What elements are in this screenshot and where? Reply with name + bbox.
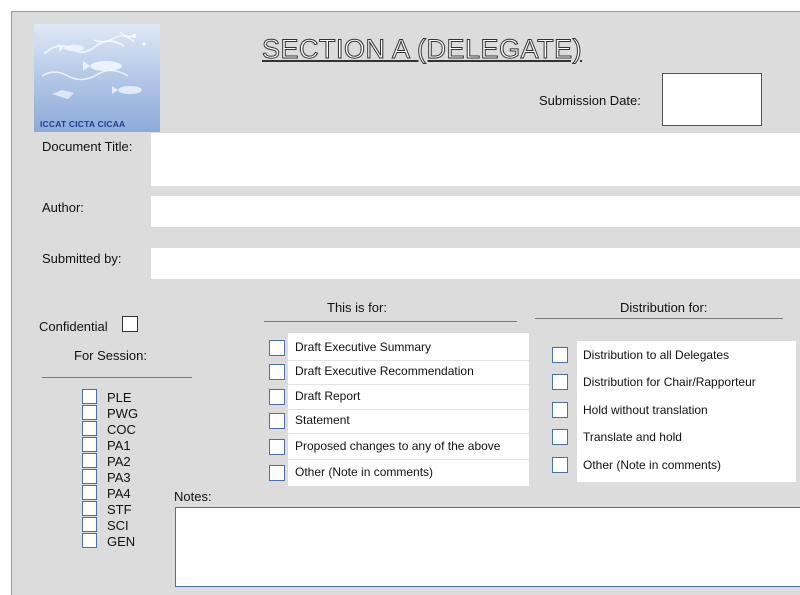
submitted-by-label: Submitted by: bbox=[42, 251, 122, 266]
this-is-for-option-label: Other (Note in comments) bbox=[295, 465, 434, 479]
delegate-form: ICCAT CICTA CICAA SECTION A (DELEGATE) S… bbox=[11, 11, 800, 595]
author-label: Author: bbox=[42, 200, 84, 215]
distribution-option-label: Hold without translation bbox=[583, 403, 708, 417]
session-checkbox[interactable] bbox=[82, 453, 97, 468]
session-checkbox[interactable] bbox=[82, 533, 97, 548]
this-is-for-header: This is for: bbox=[327, 300, 387, 315]
session-checkbox[interactable] bbox=[82, 501, 97, 516]
this-is-for-option-label: Draft Report bbox=[295, 389, 361, 403]
session-checkbox[interactable] bbox=[82, 469, 97, 484]
distribution-checkbox[interactable] bbox=[552, 457, 568, 473]
distribution-option-label: Distribution for Chair/Rapporteur bbox=[583, 375, 756, 389]
distribution-checkbox[interactable] bbox=[552, 374, 568, 390]
row-divider bbox=[288, 360, 529, 361]
document-title-field[interactable] bbox=[151, 133, 800, 186]
this-is-for-checkbox[interactable] bbox=[269, 439, 285, 455]
session-divider bbox=[42, 377, 192, 378]
for-session-label: For Session: bbox=[74, 348, 147, 363]
distribution-checkbox[interactable] bbox=[552, 347, 568, 363]
session-checkbox[interactable] bbox=[82, 389, 97, 404]
distribution-option-label: Translate and hold bbox=[583, 430, 682, 444]
session-option-label: SCI bbox=[107, 518, 129, 533]
distribution-option-label: Other (Note in comments) bbox=[583, 458, 722, 472]
distribution-divider bbox=[535, 318, 783, 319]
distribution-checkbox[interactable] bbox=[552, 402, 568, 418]
this-is-for-checkbox[interactable] bbox=[269, 340, 285, 356]
submitted-by-field[interactable] bbox=[151, 248, 800, 279]
this-is-for-checkbox[interactable] bbox=[269, 364, 285, 380]
this-is-for-option-label: Proposed changes to any of the above bbox=[295, 439, 501, 453]
session-option-label: COC bbox=[107, 422, 136, 437]
confidential-checkbox[interactable] bbox=[122, 316, 138, 332]
page-title: SECTION A (DELEGATE) bbox=[261, 34, 583, 65]
distribution-option-label: Distribution to all Delegates bbox=[583, 348, 730, 362]
session-checkbox[interactable] bbox=[82, 421, 97, 436]
session-checkbox[interactable] bbox=[82, 517, 97, 532]
session-checkbox[interactable] bbox=[82, 485, 97, 500]
session-checkbox[interactable] bbox=[82, 405, 97, 420]
submission-date-field[interactable] bbox=[662, 73, 762, 126]
this-is-for-option-label: Draft Executive Recommendation bbox=[295, 364, 474, 378]
session-option-label: PA1 bbox=[107, 438, 131, 453]
this-is-for-checkbox[interactable] bbox=[269, 389, 285, 405]
iccat-logo: ICCAT CICTA CICAA bbox=[34, 24, 160, 132]
session-option-label: PLE bbox=[107, 390, 132, 405]
row-divider bbox=[288, 433, 529, 434]
row-divider bbox=[288, 459, 529, 460]
row-divider bbox=[288, 409, 529, 410]
session-option-label: PA4 bbox=[107, 486, 131, 501]
this-is-for-option-label: Statement bbox=[295, 413, 350, 427]
this-is-for-divider bbox=[264, 321, 517, 322]
this-is-for-checkbox[interactable] bbox=[269, 465, 285, 481]
document-title-label: Document Title: bbox=[42, 139, 133, 154]
session-option-label: STF bbox=[107, 502, 132, 517]
row-divider bbox=[288, 384, 529, 385]
distribution-checkbox[interactable] bbox=[552, 429, 568, 445]
author-field[interactable] bbox=[151, 196, 800, 227]
notes-label: Notes: bbox=[174, 489, 212, 504]
fish-map-icon bbox=[41, 31, 146, 99]
session-option-label: PA3 bbox=[107, 470, 131, 485]
session-option-label: PA2 bbox=[107, 454, 131, 469]
distribution-header: Distribution for: bbox=[620, 300, 708, 315]
logo-text: ICCAT CICTA CICAA bbox=[40, 119, 126, 129]
notes-field[interactable] bbox=[175, 507, 800, 587]
session-option-label: PWG bbox=[107, 406, 139, 421]
this-is-for-checkbox[interactable] bbox=[269, 413, 285, 429]
this-is-for-option-label: Draft Executive Summary bbox=[295, 340, 432, 354]
session-option-label: GEN bbox=[107, 534, 136, 549]
confidential-label: Confidential bbox=[39, 319, 108, 334]
submission-date-label: Submission Date: bbox=[539, 93, 641, 108]
session-checkbox[interactable] bbox=[82, 437, 97, 452]
